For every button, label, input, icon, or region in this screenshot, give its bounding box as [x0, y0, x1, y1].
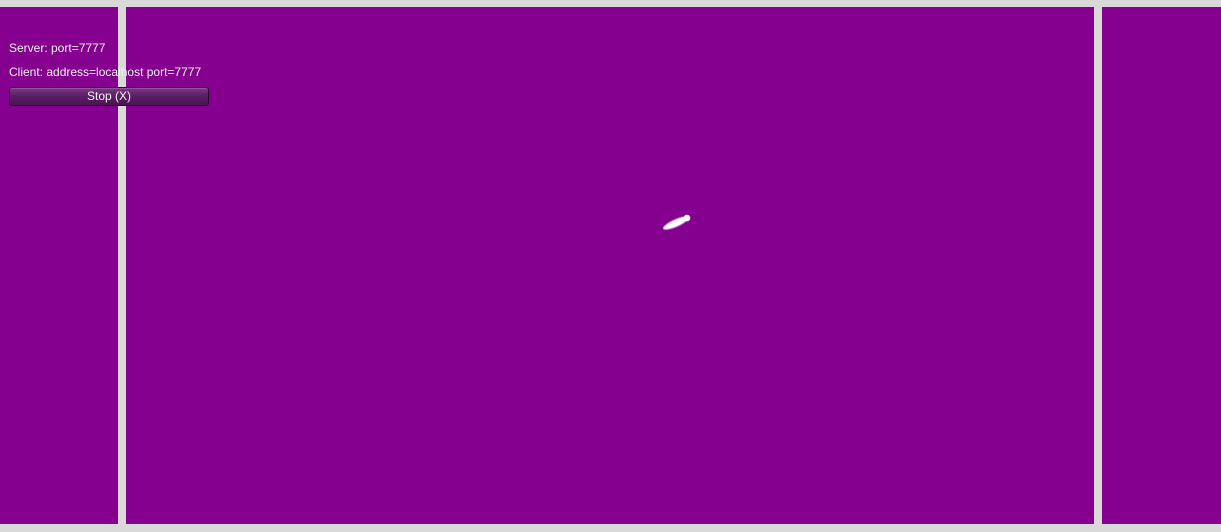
top-wall [0, 0, 1221, 7]
server-status-text: Server: port=7777 [9, 41, 106, 55]
client-status-text: Client: address=localhost port=7777 [9, 65, 202, 79]
ball-icon [663, 214, 691, 230]
network-hud: Server: port=7777 Client: address=localh… [9, 41, 249, 89]
right-paddle [1094, 0, 1102, 532]
bottom-wall [0, 524, 1221, 532]
stop-button[interactable]: Stop (X) [9, 87, 209, 106]
